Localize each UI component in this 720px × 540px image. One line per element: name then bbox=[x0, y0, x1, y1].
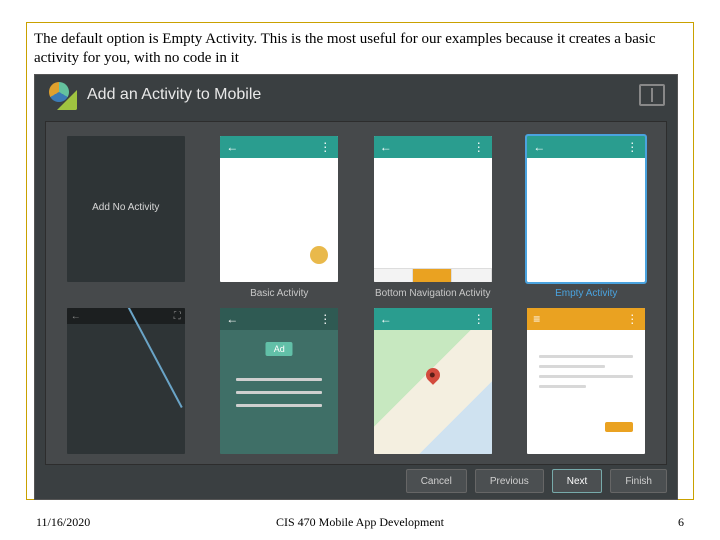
back-arrow-icon: ← bbox=[226, 140, 238, 154]
hamburger-icon: ≡ bbox=[533, 312, 540, 326]
template-master-detail-activity[interactable]: ≡ ⋮ bbox=[525, 308, 649, 465]
back-arrow-icon: ← bbox=[533, 140, 545, 154]
placeholder-lines-icon bbox=[539, 348, 633, 395]
next-button[interactable]: Next bbox=[552, 469, 603, 493]
template-thumb: ← ⋮ bbox=[220, 136, 338, 282]
wizard-body: Add No Activity ← ⋮ Basic Activity bbox=[45, 121, 667, 465]
template-thumb: Add No Activity bbox=[67, 136, 185, 282]
device-preview-icon bbox=[639, 84, 665, 106]
template-thumb: ≡ ⋮ bbox=[527, 308, 645, 454]
wizard-header: Add an Activity to Mobile bbox=[35, 75, 677, 115]
overflow-menu-icon: ⋮ bbox=[626, 312, 639, 326]
template-thumb: ← ⋮ bbox=[374, 136, 492, 282]
fab-icon bbox=[310, 246, 328, 264]
finish-button[interactable]: Finish bbox=[610, 469, 667, 493]
footer-date: 11/16/2020 bbox=[36, 515, 90, 530]
slide-footer: 11/16/2020 CIS 470 Mobile App Developmen… bbox=[0, 515, 720, 530]
template-admob-activity[interactable]: ← ⋮ Ad bbox=[218, 308, 342, 465]
action-chip-icon bbox=[605, 422, 633, 432]
template-thumb: ← ⛶ bbox=[67, 308, 185, 454]
overflow-menu-icon: ⋮ bbox=[319, 140, 332, 154]
wizard-title: Add an Activity to Mobile bbox=[87, 86, 629, 104]
wizard-window: Add an Activity to Mobile Add No Activit… bbox=[34, 74, 678, 500]
overflow-menu-icon: ⋮ bbox=[473, 312, 486, 326]
template-bottom-navigation[interactable]: ← ⋮ Bottom Navigation Activity bbox=[371, 136, 495, 302]
template-label: Empty Activity bbox=[555, 288, 617, 302]
back-arrow-icon: ← bbox=[226, 312, 238, 326]
template-grid: Add No Activity ← ⋮ Basic Activity bbox=[64, 136, 648, 465]
no-activity-label: Add No Activity bbox=[67, 202, 185, 213]
template-empty-activity[interactable]: ← ⋮ Empty Activity bbox=[525, 136, 649, 302]
back-arrow-icon: ← bbox=[380, 312, 392, 326]
slide-caption: The default option is Empty Activity. Th… bbox=[34, 30, 690, 68]
template-thumb: ← ⋮ bbox=[527, 136, 645, 282]
ad-badge: Ad bbox=[266, 342, 293, 356]
bottom-nav-bar-icon bbox=[374, 268, 492, 282]
template-label: Basic Activity bbox=[250, 288, 308, 302]
overflow-menu-icon: ⋮ bbox=[319, 312, 332, 326]
back-arrow-icon: ← bbox=[71, 311, 81, 322]
template-thumb: ← ⋮ Ad bbox=[220, 308, 338, 454]
template-thumb: ← ⋮ bbox=[374, 308, 492, 454]
template-add-no-activity[interactable]: Add No Activity bbox=[64, 136, 188, 302]
template-label: Bottom Navigation Activity bbox=[375, 288, 491, 302]
expand-icon: ⛶ bbox=[174, 311, 181, 322]
template-maps-activity[interactable]: ← ⋮ bbox=[371, 308, 495, 465]
previous-button[interactable]: Previous bbox=[475, 469, 544, 493]
footer-course: CIS 470 Mobile App Development bbox=[276, 515, 444, 530]
template-basic-activity[interactable]: ← ⋮ Basic Activity bbox=[218, 136, 342, 302]
overflow-menu-icon: ⋮ bbox=[473, 140, 486, 154]
map-preview-icon bbox=[374, 330, 492, 454]
footer-page: 6 bbox=[678, 515, 684, 530]
back-arrow-icon: ← bbox=[380, 140, 392, 154]
wizard-button-bar: Cancel Previous Next Finish bbox=[406, 469, 667, 493]
placeholder-lines-icon bbox=[236, 368, 322, 417]
cancel-button[interactable]: Cancel bbox=[406, 469, 467, 493]
overflow-menu-icon: ⋮ bbox=[626, 140, 639, 154]
template-fullscreen-activity[interactable]: ← ⛶ bbox=[64, 308, 188, 465]
android-studio-logo-icon bbox=[47, 80, 77, 110]
